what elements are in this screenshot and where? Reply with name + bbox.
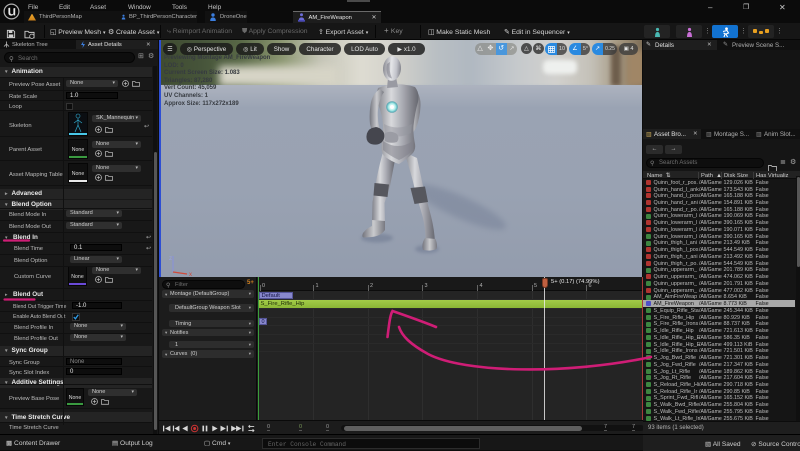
svg-text:z: z [169, 256, 172, 262]
svg-text:x: x [189, 272, 192, 276]
